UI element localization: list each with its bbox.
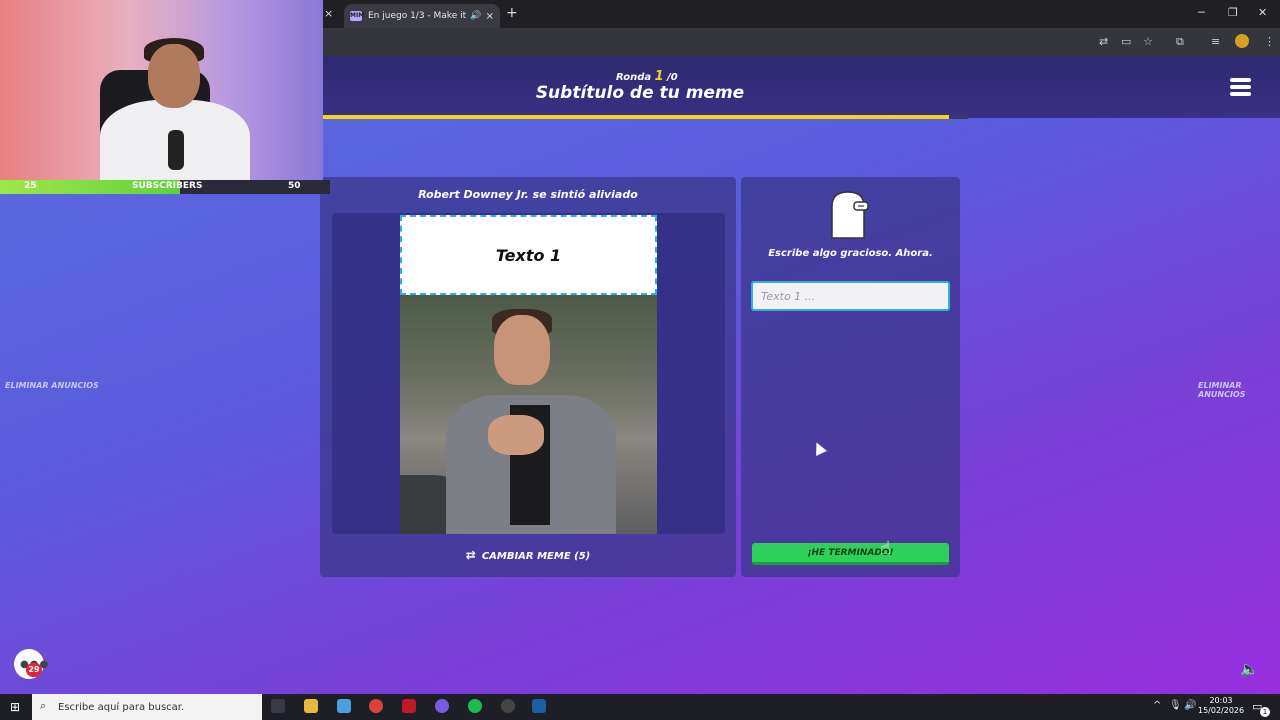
caption-input[interactable] <box>751 281 950 311</box>
windows-start-icon[interactable]: ⊞ <box>10 700 20 714</box>
subscriber-goal: 50 <box>288 181 301 191</box>
store-icon[interactable] <box>337 699 351 713</box>
webcam-overlay <box>0 0 323 182</box>
task-view-icon[interactable] <box>271 699 285 713</box>
round-current: 1 <box>654 69 664 84</box>
tray-chevron-icon[interactable]: ^ <box>1153 700 1161 711</box>
chat-badge: 29 <box>26 663 42 677</box>
cast-icon[interactable]: ▭ <box>1121 35 1131 48</box>
subscriber-label: SUBSCRIBERS <box>132 181 203 191</box>
answer-prompt: Escribe algo gracioso. Ahora. <box>768 248 933 259</box>
discord-icon[interactable] <box>435 699 449 713</box>
chrome-icon[interactable] <box>369 699 383 713</box>
taskbar-search-input[interactable]: Escribe aquí para buscar. <box>32 694 262 720</box>
sound-icon[interactable]: 🔈 <box>1240 660 1259 678</box>
remove-ads-link-right[interactable]: ELIMINAR ANUNCIOS <box>1198 381 1280 399</box>
change-meme-button[interactable]: ⇄ CAMBIAR MEME (5) <box>320 548 736 562</box>
round-prefix: Ronda <box>616 72 652 83</box>
mascot-icon <box>831 191 869 239</box>
subscriber-current: 25 <box>24 181 37 191</box>
spotify-icon[interactable] <box>468 699 482 713</box>
round-indicator: Ronda 1 /0 <box>616 69 678 84</box>
window-restore-button[interactable]: ❐ <box>1228 6 1238 19</box>
menu-kebab-icon[interactable]: ⋮ <box>1264 35 1275 48</box>
search-icon: ⌕ <box>40 699 47 712</box>
microphone-icon[interactable]: 🎙 <box>1169 700 1182 711</box>
game-header <box>323 56 1280 118</box>
tab-close-icon[interactable]: × <box>486 11 494 22</box>
browser-tab-active[interactable]: MIM En juego 1/3 - Make it Meme 🔊 × <box>344 4 500 28</box>
meme-text-slot[interactable]: Texto 1 <box>400 215 657 295</box>
round-progress-bar <box>323 115 949 119</box>
page-title: Subtítulo de tu meme <box>535 83 745 103</box>
profile-avatar[interactable] <box>1235 34 1249 48</box>
change-meme-label: CAMBIAR MEME (5) <box>481 551 591 562</box>
volume-icon[interactable]: 🔊 <box>1184 700 1196 711</box>
window-minimize-button[interactable]: ─ <box>1198 6 1205 19</box>
audio-playing-icon[interactable]: 🔊 <box>470 11 481 21</box>
steam-icon[interactable] <box>532 699 546 713</box>
translate-icon[interactable]: ⇄ <box>1099 35 1108 48</box>
meme-image <box>400 295 657 534</box>
extensions-icon[interactable]: ⧉ <box>1176 35 1184 49</box>
file-explorer-icon[interactable] <box>304 699 318 713</box>
window-close-button[interactable]: ✕ <box>1258 6 1267 19</box>
round-suffix: /0 <box>667 72 678 83</box>
obs-icon[interactable] <box>501 699 515 713</box>
clock-date: 15/02/2026 <box>1198 706 1245 715</box>
notification-badge: 1 <box>1260 707 1270 717</box>
tab-title: En juego 1/3 - Make it Meme <box>368 11 467 21</box>
new-tab-button[interactable]: + <box>506 5 518 21</box>
hamburger-menu-icon[interactable] <box>1230 78 1251 96</box>
app-icon[interactable] <box>402 699 416 713</box>
system-clock[interactable]: 20:03 15/02/2026 <box>1198 696 1244 716</box>
remove-ads-link-left[interactable]: ELIMINAR ANUNCIOS <box>5 381 99 390</box>
bookmark-star-icon[interactable]: ☆ <box>1143 35 1153 48</box>
meme-caption: Robert Downey Jr. se sintió aliviado <box>418 188 638 201</box>
favicon-icon: MIM <box>350 11 365 21</box>
hand-cursor-icon: ☝ <box>880 538 891 559</box>
swap-arrows-icon: ⇄ <box>465 548 476 562</box>
media-control-icon[interactable]: ≡ <box>1211 35 1220 48</box>
done-button[interactable]: ¡HE TERMINADO! <box>752 543 949 565</box>
clock-time: 20:03 <box>1209 696 1233 705</box>
close-icon[interactable]: × <box>324 7 333 20</box>
